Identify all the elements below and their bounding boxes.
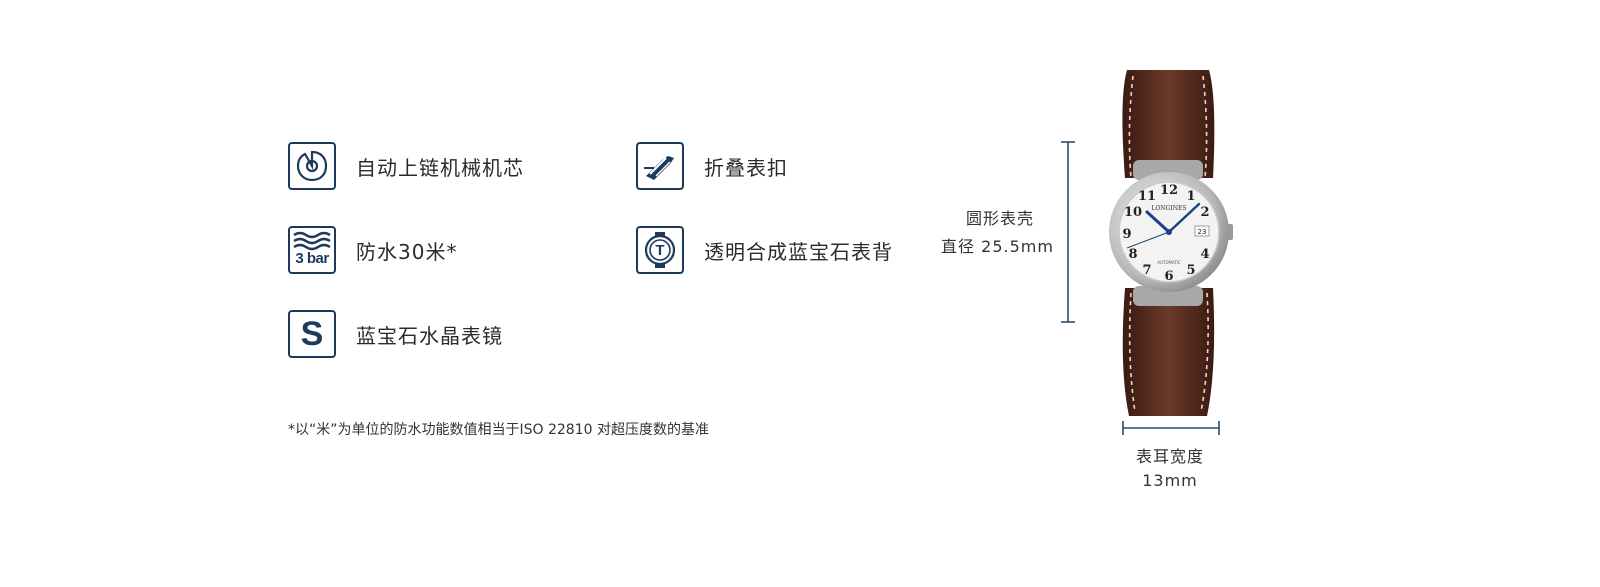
icon-3bar-text: 3 bar <box>295 250 329 267</box>
feature-automatic-movement: 自动上链机械机芯 <box>288 140 524 192</box>
dial-numeral-6: 6 <box>1164 269 1173 284</box>
feature-label: 自动上链机械机芯 <box>356 155 524 180</box>
water-resistance-3bar-icon: 3 bar <box>288 226 336 274</box>
dial-automatic-text: AUTOMATIC <box>1157 260 1181 265</box>
case-shape-label: 圆形表壳 <box>965 209 1034 228</box>
lug-width-value: 13mm <box>1142 471 1198 490</box>
feature-label: 折叠表扣 <box>704 155 788 180</box>
dial-numeral-12: 12 <box>1160 183 1178 198</box>
feature-water-resistance: 3 bar 防水30米* <box>288 224 457 276</box>
dial-numeral-9: 9 <box>1122 227 1131 242</box>
dial-numeral-5: 5 <box>1186 263 1195 278</box>
sapphire-caseback-icon: T <box>636 226 684 274</box>
feature-sapphire-caseback: T 透明合成蓝宝石表背 <box>636 224 893 276</box>
case-diameter-label: 直径 25.5mm <box>941 237 1054 256</box>
dial-numeral-10: 10 <box>1124 205 1142 220</box>
feature-sapphire-crystal: S 蓝宝石水晶表镜 <box>288 308 503 360</box>
icon-t-text: T <box>655 241 665 259</box>
icon-s-text: S <box>300 315 324 353</box>
feature-folding-clasp: 折叠表扣 <box>636 140 788 192</box>
dial-numeral-8: 8 <box>1128 247 1137 262</box>
dial-numeral-1: 1 <box>1186 189 1195 204</box>
dial-numeral-2: 2 <box>1200 205 1209 220</box>
feature-label: 透明合成蓝宝石表背 <box>704 239 893 264</box>
lug-width-label: 表耳宽度 <box>1135 447 1204 466</box>
dial-numeral-7: 7 <box>1142 263 1151 278</box>
dial-numeral-11: 11 <box>1138 189 1156 204</box>
case-diameter-dimension-line <box>1061 141 1075 323</box>
feature-label: 蓝宝石水晶表镜 <box>356 323 503 348</box>
lug-width-dimension-line <box>1122 421 1220 435</box>
dial-brand: LONGINES <box>1151 205 1186 212</box>
dial-numeral-4: 4 <box>1200 247 1209 262</box>
watch-image: 12 1 2 4 5 6 7 8 9 10 11 LONGINES AUTOMA… <box>1105 68 1265 428</box>
folding-clasp-icon <box>636 142 684 190</box>
sapphire-crystal-icon: S <box>288 310 336 358</box>
water-resistance-footnote: *以“米”为单位的防水功能数值相当于ISO 22810 对超压度数的基准 <box>288 422 709 438</box>
dial-date: 23 <box>1198 228 1207 236</box>
automatic-rotor-icon <box>288 142 336 190</box>
feature-label: 防水30米* <box>356 239 458 264</box>
